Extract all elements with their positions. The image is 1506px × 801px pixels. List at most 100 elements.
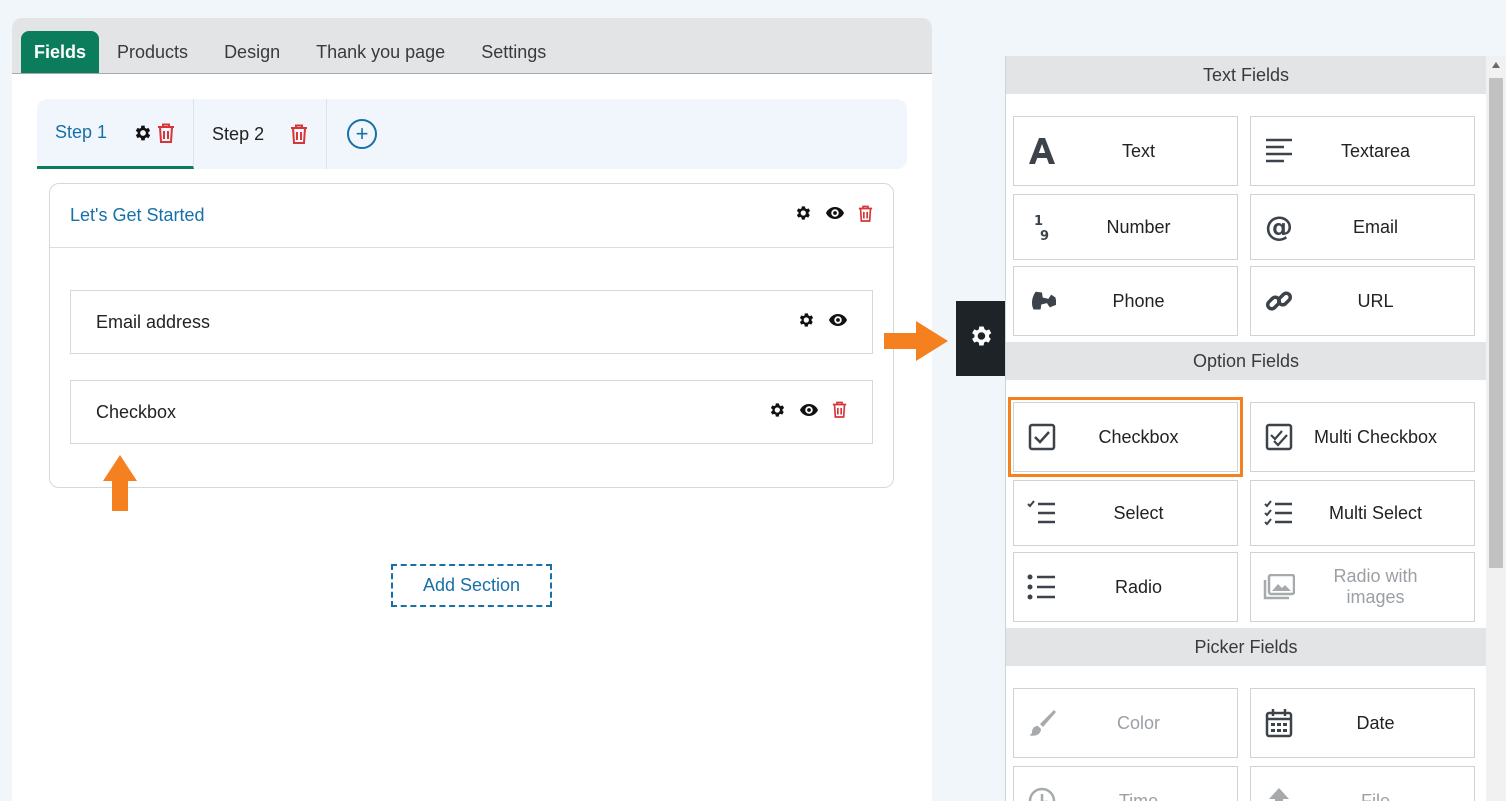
tab-settings[interactable]: Settings [463,31,564,73]
field-type-label: Time [1118,790,1159,801]
upload-icon [1251,786,1307,801]
form-editor: Fields Products Design Thank you page Se… [12,18,932,801]
field-palette: Text Fields Text Textarea 19 Number @ Em… [1005,56,1486,801]
svg-text:@: @ [1265,212,1293,242]
brush-icon [1014,708,1070,738]
field-type-multi-select[interactable]: Multi Select [1250,480,1475,546]
multi-checkbox-icon [1251,423,1307,451]
field-name: Email address [96,311,211,332]
select-icon [1014,500,1070,526]
gear-icon[interactable] [794,204,812,227]
trash-icon[interactable] [832,401,847,423]
step-1-tab[interactable]: Step 1 [37,99,195,169]
text-icon [1014,136,1070,166]
list-icon [1014,574,1070,600]
field-type-label: File [1360,790,1390,801]
phone-icon [1014,287,1070,315]
add-step-button[interactable]: + [327,99,397,169]
field-type-label: Multi Checkbox [1313,426,1438,447]
step-2-tab[interactable]: Step 2 [194,99,328,169]
field-type-email[interactable]: @ Email [1250,194,1475,260]
section-actions [794,204,873,227]
group-text-fields: Text Fields [1006,56,1486,94]
tab-thank-you-page[interactable]: Thank you page [298,31,463,73]
panel-scrollbar[interactable] [1486,56,1506,801]
gear-icon [968,323,994,354]
clock-icon [1014,786,1070,801]
group-picker-fields: Picker Fields [1006,628,1486,666]
svg-text:9: 9 [1040,229,1049,242]
field-actions [768,401,847,424]
gear-icon[interactable] [768,401,786,424]
field-row-checkbox[interactable]: Checkbox [70,380,873,444]
field-type-phone[interactable]: Phone [1013,266,1238,336]
trash-icon[interactable] [157,123,175,143]
field-type-text[interactable]: Text [1013,116,1238,186]
field-type-color[interactable]: Color [1013,688,1238,758]
field-type-label: Textarea [1340,140,1411,161]
trash-icon[interactable] [858,205,873,227]
orange-arrow-right-icon [884,321,948,361]
multi-select-icon [1251,500,1307,526]
svg-text:1: 1 [1034,214,1043,229]
section-title: Let's Get Started [70,205,205,225]
tab-products[interactable]: Products [99,31,206,73]
eye-icon[interactable] [800,403,818,422]
form-section: Let's Get Started Email address Checkbox [49,183,894,488]
steps-bar: Step 1 Step 2 + [37,99,907,169]
field-type-time[interactable]: Time [1013,766,1238,801]
text-fields-grid: Text Textarea 19 Number @ Email Phone UR… [1006,94,1486,342]
field-type-file[interactable]: File [1250,766,1475,801]
scrollbar-thumb[interactable] [1489,78,1503,568]
field-type-label: Radio [1114,576,1163,597]
plus-icon: + [347,119,378,149]
calendar-icon [1251,708,1307,738]
field-type-date[interactable]: Date [1250,688,1475,758]
step-1-label: Step 1 [55,122,108,142]
trash-icon[interactable] [290,124,308,144]
field-type-number[interactable]: 19 Number [1013,194,1238,260]
field-type-select[interactable]: Select [1013,480,1238,546]
field-type-url[interactable]: URL [1250,266,1475,336]
field-type-label: Checkbox [1098,426,1179,447]
field-type-label: Select [1113,502,1164,523]
field-type-label: Date [1356,712,1395,733]
number-icon: 19 [1014,212,1070,242]
field-type-label: Color [1116,712,1160,733]
tab-bar: Fields Products Design Thank you page Se… [12,18,932,74]
gear-icon[interactable] [133,123,153,143]
field-name: Checkbox [96,401,177,422]
field-type-multi-checkbox[interactable]: Multi Checkbox [1250,402,1475,472]
field-type-textarea[interactable]: Textarea [1250,116,1475,186]
field-type-checkbox[interactable]: Checkbox [1008,397,1243,477]
field-row-email[interactable]: Email address [70,290,873,354]
tab-design[interactable]: Design [206,31,298,73]
section-header: Let's Get Started [50,184,893,248]
field-type-label: URL [1357,290,1394,311]
picker-fields-grid: Color Date Time File [1006,666,1486,801]
at-icon: @ [1251,212,1307,242]
step-2-label: Step 2 [212,123,265,144]
link-icon [1251,286,1307,316]
field-actions [797,311,847,334]
group-option-fields: Option Fields [1006,342,1486,380]
field-type-radio-with-images[interactable]: Radio with images [1250,552,1475,622]
field-type-label: Text [1121,140,1155,161]
tab-fields[interactable]: Fields [21,31,100,73]
field-type-label: Number [1106,216,1171,237]
scroll-up-icon[interactable] [1492,62,1500,68]
panel-settings-button[interactable] [956,301,1006,376]
field-type-label: Multi Select [1328,502,1423,523]
field-type-label: Radio with images [1333,566,1418,607]
checkbox-icon [1014,423,1070,451]
eye-icon[interactable] [826,206,844,225]
field-type-label: Email [1352,216,1398,237]
field-type-label: Phone [1112,290,1165,311]
textarea-icon [1251,137,1307,165]
option-fields-grid: Checkbox Multi Checkbox Select Multi Sel… [1006,380,1486,628]
images-icon [1251,574,1307,600]
eye-icon[interactable] [829,313,847,332]
gear-icon[interactable] [797,311,815,334]
field-type-radio[interactable]: Radio [1013,552,1238,622]
add-section-button[interactable]: Add Section [391,564,552,607]
